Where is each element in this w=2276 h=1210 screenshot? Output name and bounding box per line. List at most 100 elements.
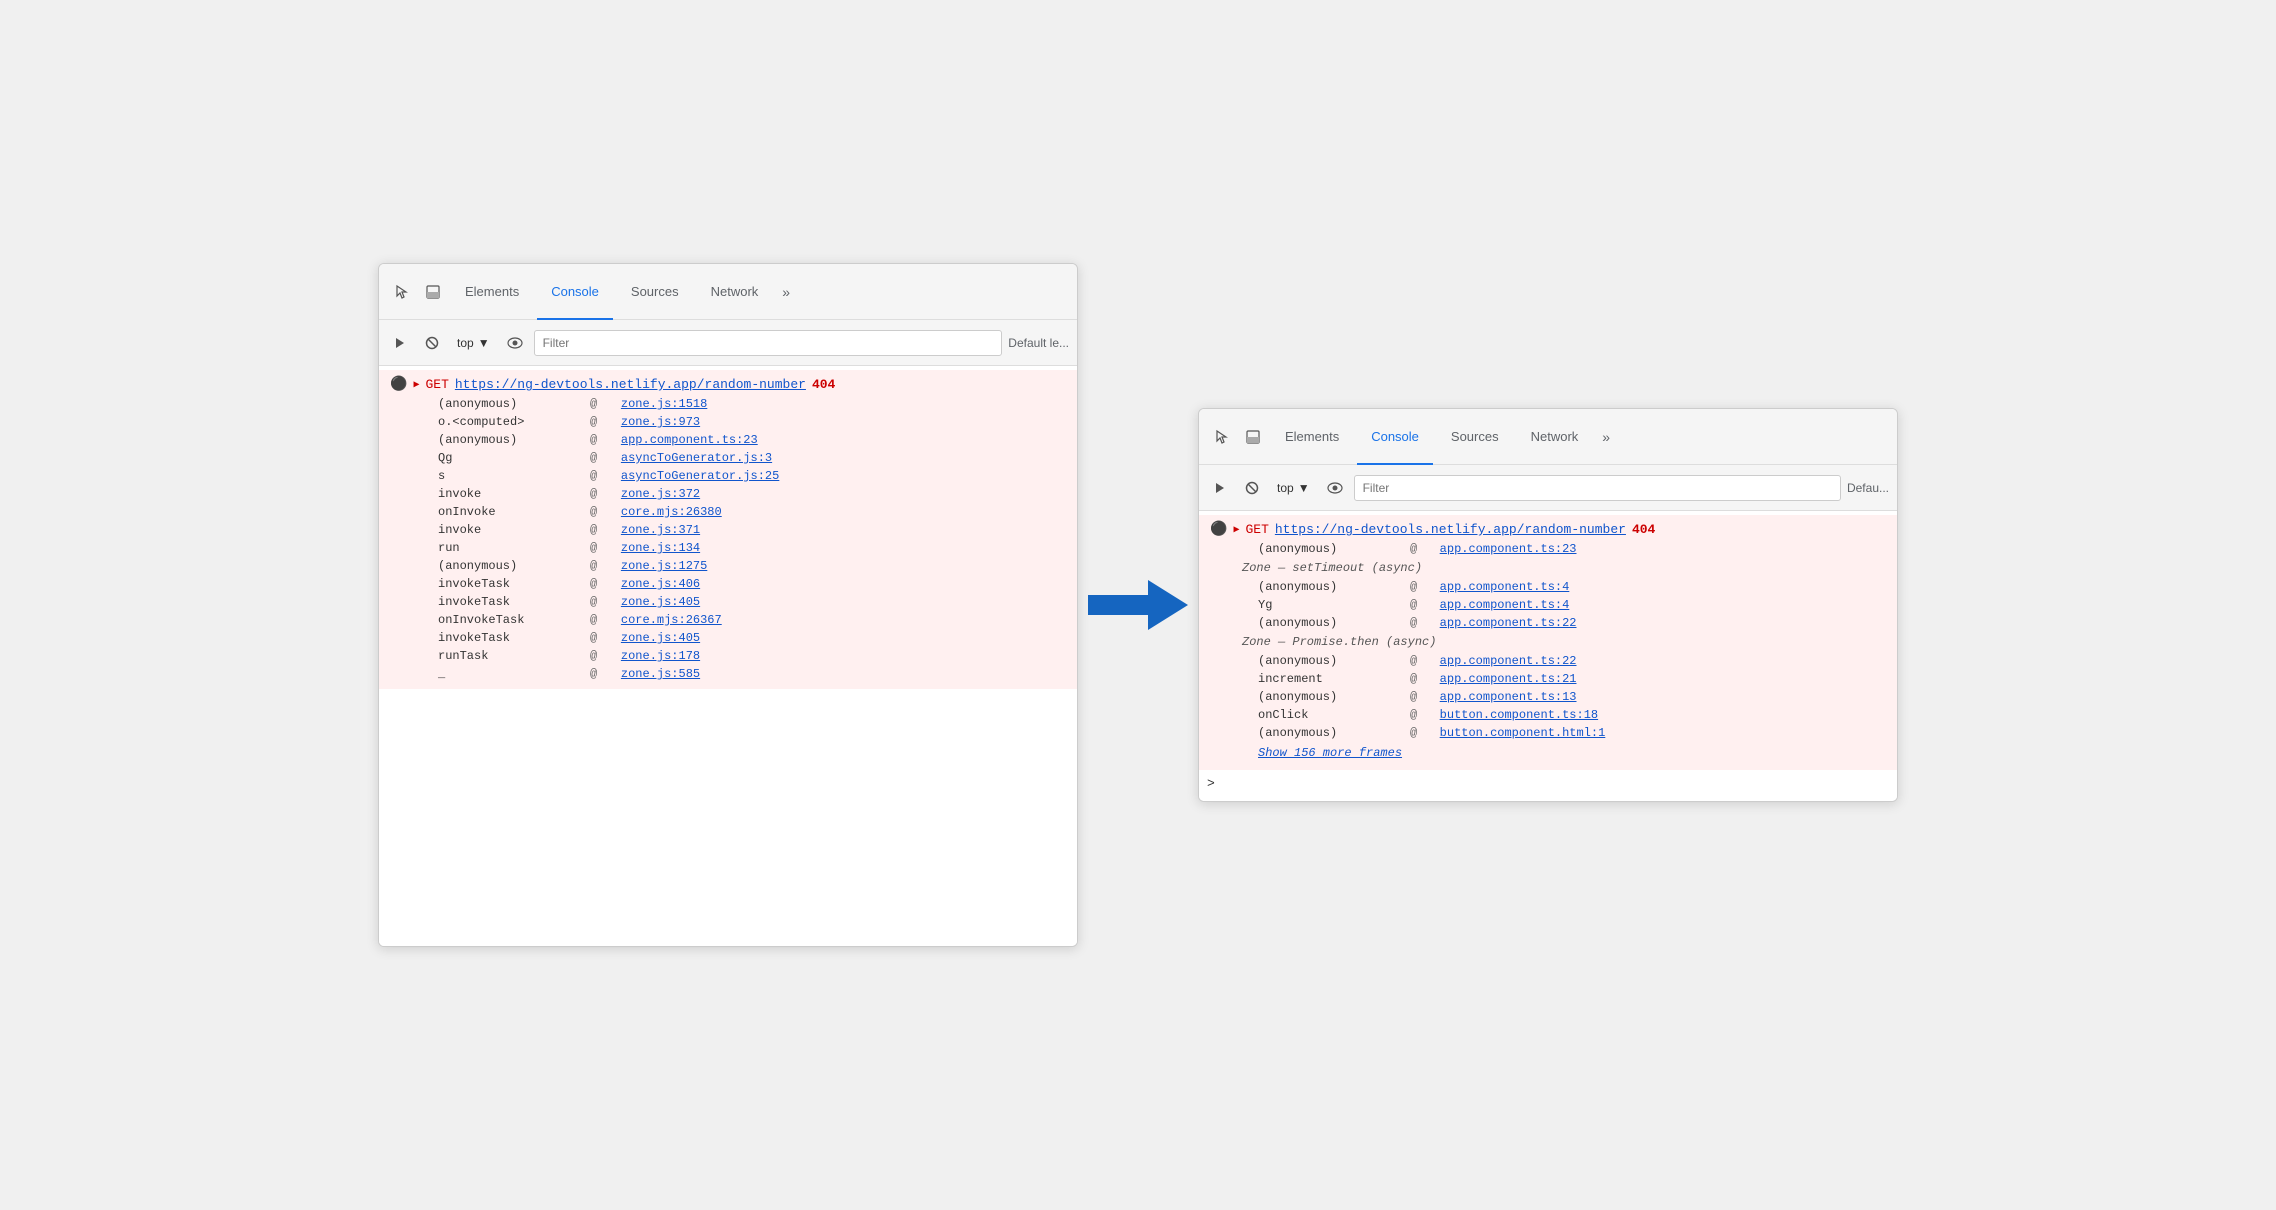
stack-file-link[interactable]: app.component.ts:13 bbox=[1440, 688, 1889, 706]
stack-file-link[interactable]: core.mjs:26367 bbox=[621, 611, 1069, 629]
stack-at-sign: @ bbox=[590, 449, 621, 467]
stack-file-link[interactable]: app.component.ts:23 bbox=[1440, 540, 1889, 558]
left-tab-more[interactable]: » bbox=[776, 284, 796, 300]
stack-fn-name: invokeTask bbox=[390, 575, 590, 593]
stack-at-sign: @ bbox=[1410, 724, 1440, 742]
left-tab-console[interactable]: Console bbox=[537, 264, 613, 320]
stack-frame-row: (anonymous)@app.component.ts:23 bbox=[1210, 540, 1889, 558]
right-cursor-icon[interactable] bbox=[1207, 423, 1235, 451]
stack-file-link[interactable]: button.component.html:1 bbox=[1440, 724, 1889, 742]
right-dock-icon[interactable] bbox=[1239, 423, 1267, 451]
left-run-icon[interactable] bbox=[387, 330, 413, 356]
right-console-content: ⚫ ▶ GET https://ng-devtools.netlify.app/… bbox=[1199, 511, 1897, 801]
stack-at-sign: @ bbox=[1410, 670, 1440, 688]
left-console-content: ⚫ ▶ GET https://ng-devtools.netlify.app/… bbox=[379, 366, 1077, 946]
left-devtools-panel: Elements Console Sources Network » top ▼ bbox=[378, 263, 1078, 947]
stack-file-link[interactable]: zone.js:372 bbox=[621, 485, 1069, 503]
stack-at-sign: @ bbox=[590, 521, 621, 539]
stack-frame-row: invokeTask@zone.js:405 bbox=[390, 629, 1069, 647]
left-eye-icon[interactable] bbox=[502, 330, 528, 356]
stack-file-link[interactable]: zone.js:406 bbox=[621, 575, 1069, 593]
stack-fn-name: runTask bbox=[390, 647, 590, 665]
stack-at-sign: @ bbox=[590, 593, 621, 611]
stack-fn-name: (anonymous) bbox=[1210, 540, 1410, 558]
left-error-circle-icon: ⚫ bbox=[390, 376, 407, 393]
right-stack-table: (anonymous)@app.component.ts:23Zone — se… bbox=[1210, 540, 1889, 742]
stack-at-sign: @ bbox=[590, 413, 621, 431]
left-cursor-icon[interactable] bbox=[387, 278, 415, 306]
stack-frame-row: increment@app.component.ts:21 bbox=[1210, 670, 1889, 688]
stack-fn-name: (anonymous) bbox=[1210, 724, 1410, 742]
stack-frame-row: (anonymous)@app.component.ts:23 bbox=[390, 431, 1069, 449]
outer-wrapper: Elements Console Sources Network » top ▼ bbox=[338, 223, 1938, 987]
left-error-url[interactable]: https://ng-devtools.netlify.app/random-n… bbox=[455, 377, 806, 392]
async-label-row: Zone — Promise.then (async) bbox=[1210, 632, 1889, 652]
left-error-status: 404 bbox=[812, 377, 835, 392]
left-tab-elements[interactable]: Elements bbox=[451, 264, 533, 320]
right-eye-icon[interactable] bbox=[1322, 475, 1348, 501]
stack-fn-name: (anonymous) bbox=[1210, 578, 1410, 596]
stack-frame-row: invokeTask@zone.js:406 bbox=[390, 575, 1069, 593]
stack-at-sign: @ bbox=[1410, 540, 1440, 558]
stack-frame-row: s@asyncToGenerator.js:25 bbox=[390, 467, 1069, 485]
stack-file-link[interactable]: zone.js:178 bbox=[621, 647, 1069, 665]
stack-at-sign: @ bbox=[1410, 578, 1440, 596]
stack-frame-row: run@zone.js:134 bbox=[390, 539, 1069, 557]
right-run-icon[interactable] bbox=[1207, 475, 1233, 501]
stack-file-link[interactable]: app.component.ts:21 bbox=[1440, 670, 1889, 688]
stack-fn-name: (anonymous) bbox=[390, 557, 590, 575]
right-tab-more[interactable]: » bbox=[1596, 429, 1616, 445]
stack-frame-row: (anonymous)@app.component.ts:4 bbox=[1210, 578, 1889, 596]
stack-file-link[interactable]: app.component.ts:4 bbox=[1440, 578, 1889, 596]
stack-file-link[interactable]: asyncToGenerator.js:3 bbox=[621, 449, 1069, 467]
stack-file-link[interactable]: core.mjs:26380 bbox=[621, 503, 1069, 521]
right-tab-network[interactable]: Network bbox=[1517, 409, 1593, 465]
stack-file-link[interactable]: button.component.ts:18 bbox=[1440, 706, 1889, 724]
stack-file-link[interactable]: app.component.ts:4 bbox=[1440, 596, 1889, 614]
right-error-url[interactable]: https://ng-devtools.netlify.app/random-n… bbox=[1275, 522, 1626, 537]
left-tab-sources[interactable]: Sources bbox=[617, 264, 693, 320]
left-default-levels: Default le... bbox=[1008, 336, 1069, 350]
stack-file-link[interactable]: zone.js:134 bbox=[621, 539, 1069, 557]
right-context-label: top bbox=[1277, 481, 1294, 495]
left-block-icon[interactable] bbox=[419, 330, 445, 356]
right-error-status: 404 bbox=[1632, 522, 1655, 537]
right-tab-sources[interactable]: Sources bbox=[1437, 409, 1513, 465]
stack-file-link[interactable]: zone.js:1275 bbox=[621, 557, 1069, 575]
right-block-icon[interactable] bbox=[1239, 475, 1265, 501]
left-toolbar: top ▼ Default le... bbox=[379, 320, 1077, 366]
left-dock-icon[interactable] bbox=[419, 278, 447, 306]
stack-file-link[interactable]: app.component.ts:22 bbox=[1440, 614, 1889, 632]
right-toolbar: top ▼ Defau... bbox=[1199, 465, 1897, 511]
stack-file-link[interactable]: app.component.ts:22 bbox=[1440, 652, 1889, 670]
stack-file-link[interactable]: zone.js:1518 bbox=[621, 395, 1069, 413]
stack-fn-name: (anonymous) bbox=[1210, 614, 1410, 632]
stack-file-link[interactable]: zone.js:405 bbox=[621, 593, 1069, 611]
stack-fn-name: invokeTask bbox=[390, 629, 590, 647]
async-label-row: Zone — setTimeout (async) bbox=[1210, 558, 1889, 578]
right-tab-elements[interactable]: Elements bbox=[1271, 409, 1353, 465]
stack-frame-row: Qg@asyncToGenerator.js:3 bbox=[390, 449, 1069, 467]
stack-at-sign: @ bbox=[590, 503, 621, 521]
stack-file-link[interactable]: zone.js:585 bbox=[621, 665, 1069, 683]
show-more-frames-link[interactable]: Show 156 more frames bbox=[1210, 742, 1889, 764]
right-error-circle-icon: ⚫ bbox=[1210, 521, 1227, 538]
left-context-select[interactable]: top ▼ bbox=[451, 333, 496, 353]
stack-file-link[interactable]: zone.js:405 bbox=[621, 629, 1069, 647]
right-context-select[interactable]: top ▼ bbox=[1271, 478, 1316, 498]
stack-file-link[interactable]: asyncToGenerator.js:25 bbox=[621, 467, 1069, 485]
stack-file-link[interactable]: app.component.ts:23 bbox=[621, 431, 1069, 449]
stack-file-link[interactable]: zone.js:973 bbox=[621, 413, 1069, 431]
right-error-header: ⚫ ▶ GET https://ng-devtools.netlify.app/… bbox=[1210, 521, 1889, 538]
left-stack-table: (anonymous)@zone.js:1518o.<computed>@zon… bbox=[390, 395, 1069, 683]
stack-fn-name: onInvoke bbox=[390, 503, 590, 521]
left-tabs-bar: Elements Console Sources Network » bbox=[379, 264, 1077, 320]
stack-file-link[interactable]: zone.js:371 bbox=[621, 521, 1069, 539]
stack-fn-name: Yg bbox=[1210, 596, 1410, 614]
right-filter-input[interactable] bbox=[1354, 475, 1841, 501]
left-tab-network[interactable]: Network bbox=[697, 264, 773, 320]
right-tab-console[interactable]: Console bbox=[1357, 409, 1433, 465]
stack-at-sign: @ bbox=[1410, 652, 1440, 670]
stack-at-sign: @ bbox=[590, 647, 621, 665]
left-filter-input[interactable] bbox=[534, 330, 1003, 356]
